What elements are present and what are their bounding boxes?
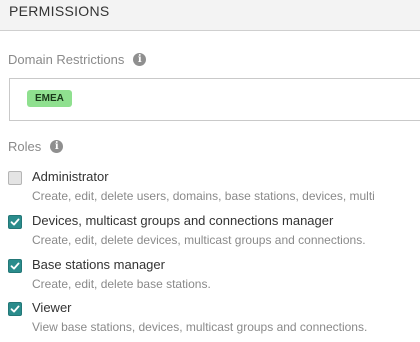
role-description: Create, edit, delete base stations.	[32, 277, 211, 291]
role-description: Create, edit, delete devices, multicast …	[32, 233, 366, 247]
roles-label: Roles i	[8, 139, 64, 154]
role-name[interactable]: Base stations manager	[32, 257, 165, 272]
checkmark-icon	[10, 262, 20, 270]
role-checkbox-base-stations-manager[interactable]	[8, 259, 22, 273]
role-description: Create, edit, delete users, domains, bas…	[32, 189, 375, 203]
role-checkbox-administrator[interactable]	[8, 171, 22, 185]
domain-restrictions-field[interactable]: EMEA	[9, 78, 420, 121]
info-icon[interactable]: i	[133, 53, 147, 66]
page-title: PERMISSIONS	[9, 3, 110, 19]
permissions-header: PERMISSIONS	[0, 0, 420, 31]
role-name[interactable]: Devices, multicast groups and connection…	[32, 213, 333, 228]
roles-label-text: Roles	[8, 139, 42, 154]
role-checkbox-viewer[interactable]	[8, 302, 22, 316]
domain-restrictions-label: Domain Restrictions i	[8, 52, 147, 67]
role-name[interactable]: Viewer	[32, 300, 72, 315]
info-icon[interactable]: i	[50, 140, 64, 153]
role-description: View base stations, devices, multicast g…	[32, 320, 368, 334]
checkmark-icon	[10, 305, 20, 313]
domain-restrictions-label-text: Domain Restrictions	[8, 52, 125, 67]
domain-tag-emea[interactable]: EMEA	[27, 90, 72, 107]
role-name[interactable]: Administrator	[32, 169, 109, 184]
checkmark-icon	[10, 218, 20, 226]
role-checkbox-devices-manager[interactable]	[8, 215, 22, 229]
